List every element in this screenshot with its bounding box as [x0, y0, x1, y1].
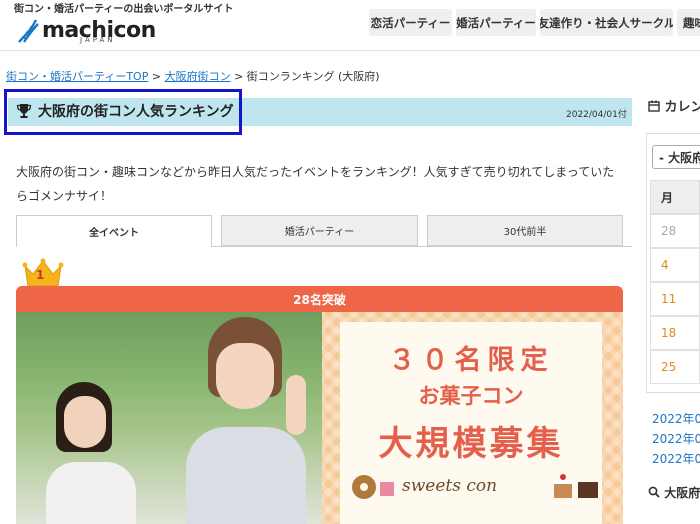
calendar-title-label: カレンダー	[664, 100, 700, 115]
event-banner[interactable]: ３０名限定 お菓子コン 大規模募集 sweets con	[16, 312, 623, 524]
breadcrumb-separator: >	[151, 70, 162, 83]
calendar-day[interactable]: 18	[650, 316, 700, 350]
calendar-day[interactable]: 11	[650, 282, 700, 316]
banner-graphic: ３０名限定 お菓子コン 大規模募集 sweets con	[322, 312, 623, 524]
logo-subtext: JAPAN	[80, 36, 116, 44]
logo-helix-icon	[18, 19, 39, 43]
header-divider	[0, 50, 700, 51]
cake-icon	[554, 474, 598, 498]
calendar-day[interactable]: 4	[650, 248, 700, 282]
breadcrumb-top-link[interactable]: 街コン・婚活パーティーTOP	[6, 70, 148, 83]
tab-all-events[interactable]: 全イベント	[16, 215, 212, 247]
sidebar-month-link[interactable]: 2022年0	[652, 430, 700, 447]
page-description: 大阪府の街コン・趣味コンなどから昨日人気だったイベントをランキング！人気すぎて売…	[16, 165, 615, 203]
banner-sweets-con: sweets con	[402, 476, 498, 496]
title-highlight-box	[4, 89, 242, 135]
nav-friends-circle[interactable]: 友達作り・社会人サークル	[540, 9, 673, 36]
breadcrumb-osaka-link[interactable]: 大阪府街コン	[165, 70, 231, 83]
breadcrumb: 街コン・婚活パーティーTOP > 大阪府街コン > 街コンランキング (大阪府)	[6, 68, 380, 84]
donut-icon	[352, 475, 394, 499]
banner-panel: ３０名限定 お菓子コン 大規模募集 sweets con	[340, 322, 602, 524]
sidebar-search-title: 大阪府	[648, 484, 700, 501]
calendar-day[interactable]: 25	[650, 350, 700, 384]
calendar-area-select[interactable]: - 大阪府	[652, 145, 700, 169]
breadcrumb-current: 街コンランキング (大阪府)	[246, 70, 380, 83]
card-badge-header[interactable]: 28名突破	[16, 286, 623, 312]
sidebar-calendar-title: カレンダー	[648, 96, 700, 115]
calendar-weekday-header: 月	[650, 180, 700, 214]
breadcrumb-separator: >	[234, 70, 244, 83]
banner-line-3: 大規模募集	[378, 424, 564, 464]
ranking-date: 2022/04/01付	[566, 110, 627, 120]
banner-line-1: ３０名限定	[388, 345, 554, 376]
calendar-day[interactable]: 28	[650, 214, 700, 248]
banner-line-2: お菓子コン	[418, 384, 524, 408]
search-icon	[648, 486, 660, 498]
nav-koikatsu-party[interactable]: 恋活パーティー	[369, 9, 452, 36]
nav-hobby[interactable]: 趣味	[677, 9, 700, 36]
calendar-icon	[648, 100, 660, 112]
tab-konkatsu-party[interactable]: 婚活パーティー	[221, 215, 418, 246]
sidebar-month-link[interactable]: 2022年0	[652, 410, 700, 427]
search-title-label: 大阪府	[664, 486, 700, 500]
couple-photo	[16, 312, 322, 524]
rank-number: 1	[36, 268, 45, 282]
tab-early-30s[interactable]: 30代前半	[427, 215, 623, 246]
site-tagline: 街コン・婚活パーティーの出会いポータルサイト	[14, 4, 234, 15]
nav-konkatsu-party[interactable]: 婚活パーティー	[456, 9, 536, 36]
sidebar-month-link[interactable]: 2022年0	[652, 450, 700, 467]
